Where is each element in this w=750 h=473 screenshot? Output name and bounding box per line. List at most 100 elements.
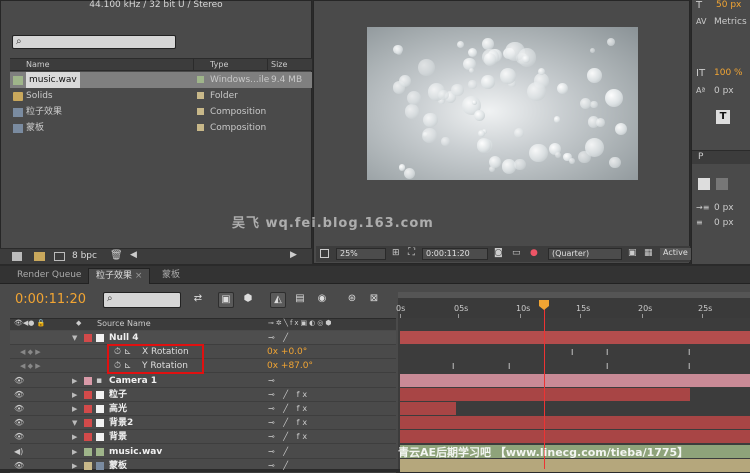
layer-row-music[interactable]: ◀) ▶ music.wav ⊸ ╱ (10, 445, 396, 459)
layer-row-highlight[interactable]: 👁 ▶ 高光 ⊸ ╱ fx (10, 402, 396, 416)
layer-duration-bar[interactable] (400, 402, 456, 415)
label-swatch[interactable] (84, 334, 92, 342)
collapse-icon[interactable]: ▼ (72, 416, 77, 430)
show-snapshot-icon[interactable]: ▭ (512, 248, 521, 258)
trash-icon[interactable]: 🗑 (110, 250, 123, 261)
collapse-icon[interactable]: ▼ (72, 331, 77, 345)
timeline-search-input[interactable]: ⌕ (103, 292, 181, 308)
layer-switches[interactable]: ⊸ ╱ fx (268, 416, 310, 430)
expand-icon[interactable]: ▶ (72, 459, 77, 473)
work-area-bar[interactable] (398, 292, 750, 298)
font-size-value[interactable]: 50 px (716, 0, 741, 10)
zoom-select[interactable]: 25% (336, 248, 386, 260)
project-item-music[interactable]: music.wav Windows...ile 9.4 MB (10, 72, 312, 88)
keyframe-marker[interactable]: I (452, 362, 458, 371)
align-center-icon[interactable] (716, 178, 728, 190)
align-left-icon[interactable] (698, 178, 710, 190)
keyframe-marker[interactable]: I (571, 348, 577, 357)
expand-icon[interactable]: ▶ (72, 430, 77, 444)
timeline-timecode[interactable]: 0:00:11:20 (15, 292, 95, 307)
layer-duration-bar[interactable] (400, 331, 750, 344)
space-after-value[interactable]: 0 px (714, 218, 734, 228)
visibility-icon[interactable]: 👁 (14, 388, 24, 402)
keyframe-marker[interactable]: I (508, 362, 514, 371)
faux-bold-button[interactable]: T (716, 110, 730, 124)
label-swatch[interactable] (84, 433, 92, 441)
visibility-icon[interactable]: 👁 (14, 430, 24, 444)
brainstorm-icon[interactable]: ⊠ (366, 292, 382, 308)
layer-switches[interactable]: ⊸ ╱ (268, 445, 291, 459)
column-size[interactable]: Size (267, 59, 312, 71)
column-type[interactable]: Type (193, 59, 267, 71)
scroll-left-icon[interactable]: ◀ (130, 250, 137, 260)
motion-blur-icon[interactable]: ◉ (314, 292, 330, 308)
active-camera-select[interactable]: Active (660, 248, 692, 260)
keyframe-marker[interactable]: I (606, 362, 612, 371)
interpret-footage-icon[interactable] (12, 252, 22, 261)
keyframe-marker[interactable]: I (688, 362, 694, 371)
label-swatch[interactable] (84, 391, 92, 399)
draft-3d-icon[interactable]: ⬢ (240, 292, 256, 308)
snapshot-icon[interactable]: ◙ (494, 248, 503, 258)
keyframe-nav[interactable]: ◀ ◆ ▶ (20, 345, 41, 359)
expand-icon[interactable]: ▶ (72, 445, 77, 459)
tab-particle-comp[interactable]: 粒子效果 × (88, 268, 151, 284)
layer-switches[interactable]: ⊸ ╱ fx (268, 402, 310, 416)
region-of-interest-icon[interactable]: ▣ (628, 248, 637, 258)
project-item-mask-comp[interactable]: 蒙板 Composition (10, 120, 312, 136)
layer-duration-bar[interactable] (400, 430, 750, 443)
new-composition-icon[interactable] (54, 252, 65, 261)
expand-icon[interactable]: ▶ (72, 374, 77, 388)
bpc-button[interactable]: 8 bpc (72, 251, 97, 261)
graph-editor-icon[interactable]: ⊛ (344, 292, 360, 308)
kerning-select[interactable]: Metrics (714, 17, 747, 27)
keyframe-marker[interactable]: I (688, 348, 694, 357)
layer-row-camera-1[interactable]: 👁 ▶ ▪ Camera 1 ⊸ (10, 374, 396, 388)
column-source-name[interactable]: Source Name (97, 319, 151, 328)
project-item-particle-comp[interactable]: 粒子效果 Composition (10, 104, 312, 120)
label-swatch[interactable] (84, 377, 92, 385)
label-swatch[interactable] (84, 448, 92, 456)
layer-row-null-4[interactable]: ▼ Null 4 ⊸ ╱ (10, 331, 396, 345)
resolution-select[interactable]: (Quarter) (548, 248, 622, 260)
tab-mask-comp[interactable]: 蒙板 (155, 268, 187, 284)
grid-icon[interactable]: ⊞ (392, 248, 400, 258)
composition-preview[interactable] (367, 27, 638, 180)
layer-switches[interactable]: ⊸ ╱ fx (268, 388, 310, 402)
comp-mini-flowchart-icon[interactable]: ⇄ (190, 292, 206, 308)
layer-switches[interactable]: ⊸ ╱ (268, 459, 291, 473)
hide-shy-icon[interactable]: ◭ (270, 292, 286, 308)
layer-switches[interactable]: ⊸ ╱ (268, 331, 291, 345)
time-ruler[interactable]: 0s 05s 10s 15s 20s 25s (396, 292, 750, 318)
indent-left-value[interactable]: 0 px (714, 203, 734, 213)
live-update-icon[interactable]: ▣ (218, 292, 234, 308)
close-icon[interactable]: × (135, 271, 143, 281)
audio-icon[interactable]: ◀) (14, 445, 23, 459)
visibility-icon[interactable]: 👁 (14, 402, 24, 416)
channel-icon[interactable]: ● (530, 248, 538, 258)
column-name[interactable]: Name (10, 59, 193, 71)
layer-duration-bar[interactable] (400, 388, 690, 401)
visibility-icon[interactable]: 👁 (14, 374, 24, 388)
project-search-input[interactable]: ⌕ (12, 35, 176, 49)
baseline-shift-value[interactable]: 0 px (714, 86, 734, 96)
layer-switches[interactable]: ⊸ ╱ fx (268, 430, 310, 444)
layer-row-particle[interactable]: 👁 ▶ 粒子 ⊸ ╱ fx (10, 388, 396, 402)
label-swatch[interactable] (84, 405, 92, 413)
new-folder-icon[interactable] (34, 252, 45, 261)
visibility-icon[interactable]: 👁 (14, 416, 24, 430)
tab-render-queue[interactable]: Render Queue (10, 268, 88, 284)
keyframe-nav[interactable]: ◀ ◆ ▶ (20, 359, 41, 373)
layer-row-background[interactable]: 👁 ▶ 背景 ⊸ ╱ fx (10, 430, 396, 444)
project-item-solids[interactable]: Solids Folder (10, 88, 312, 104)
visibility-icon[interactable]: 👁 (14, 459, 24, 473)
keyframe-marker[interactable]: I (606, 348, 612, 357)
expand-icon[interactable]: ▶ (72, 402, 77, 416)
layer-row-mask[interactable]: 👁 ▶ 蒙板 ⊸ ╱ (10, 459, 396, 473)
layer-switches[interactable]: ⊸ (268, 374, 278, 388)
layer-row-background-2[interactable]: 👁 ▼ 背景2 ⊸ ╱ fx (10, 416, 396, 430)
always-preview-icon[interactable] (320, 249, 329, 258)
layer-duration-bar[interactable] (400, 374, 750, 387)
scroll-right-icon[interactable]: ▶ (290, 250, 297, 260)
transparency-grid-icon[interactable]: ▦ (644, 248, 653, 258)
